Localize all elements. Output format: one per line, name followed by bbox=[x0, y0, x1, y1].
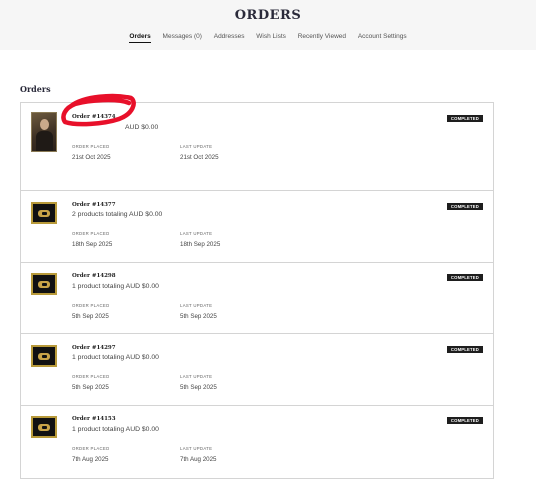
order-placed-label: ORDER PLACED bbox=[72, 144, 110, 149]
nav-wish-lists[interactable]: Wish Lists bbox=[256, 33, 286, 42]
order-placed-date: 21st Oct 2025 bbox=[72, 154, 111, 161]
order-card[interactable]: Order #14153 1 product totaling AUD $0.0… bbox=[21, 406, 493, 478]
status-badge: COMPLETED bbox=[446, 346, 483, 353]
eye-logo-pupil bbox=[42, 426, 47, 429]
order-placed-label: ORDER PLACED bbox=[72, 231, 110, 236]
portrait-coat-shape bbox=[36, 131, 53, 151]
last-update-date: 21st Oct 2025 bbox=[180, 154, 219, 161]
last-update-label: LAST UPDATE bbox=[180, 374, 213, 379]
order-summary: 1 product totaling AUD $0.00 bbox=[72, 283, 159, 290]
last-update-label: LAST UPDATE bbox=[180, 303, 213, 308]
nav-recently-viewed[interactable]: Recently Viewed bbox=[298, 33, 346, 42]
order-placed-date: 5th Sep 2025 bbox=[72, 384, 109, 391]
product-thumbnail[interactable] bbox=[31, 416, 57, 438]
eye-logo-pupil bbox=[42, 283, 47, 286]
last-update-date: 5th Sep 2025 bbox=[180, 384, 217, 391]
order-summary: AUD $0.00 bbox=[125, 124, 159, 131]
page-title: ORDERS bbox=[234, 8, 302, 23]
nav-orders[interactable]: Orders bbox=[129, 33, 151, 43]
last-update-label: LAST UPDATE bbox=[180, 446, 213, 451]
order-card[interactable]: Order #14298 1 product totaling AUD $0.0… bbox=[21, 263, 493, 334]
product-thumbnail[interactable] bbox=[31, 202, 57, 224]
last-update-label: LAST UPDATE bbox=[180, 144, 213, 149]
portrait-face-shape bbox=[40, 119, 49, 130]
order-card[interactable]: Order #14374 AUD $0.00 ORDER PLACED LAST… bbox=[21, 103, 493, 191]
order-placed-date: 18th Sep 2025 bbox=[72, 241, 113, 248]
nav-messages[interactable]: Messages (0) bbox=[163, 33, 202, 42]
order-placed-date: 5th Sep 2025 bbox=[72, 313, 109, 320]
account-nav: Orders Messages (0) Addresses Wish Lists… bbox=[0, 33, 536, 43]
product-thumbnail[interactable] bbox=[31, 273, 57, 295]
order-card[interactable]: Order #14297 1 product totaling AUD $0.0… bbox=[21, 334, 493, 406]
status-badge: COMPLETED bbox=[446, 203, 483, 210]
order-number[interactable]: Order #14297 bbox=[72, 345, 116, 351]
order-number[interactable]: Order #14298 bbox=[72, 273, 116, 279]
order-summary: 1 product totaling AUD $0.00 bbox=[72, 426, 159, 433]
last-update-label: LAST UPDATE bbox=[180, 231, 213, 236]
order-card[interactable]: Order #14377 2 products totaling AUD $0.… bbox=[21, 191, 493, 263]
status-badge: COMPLETED bbox=[446, 115, 483, 122]
order-placed-label: ORDER PLACED bbox=[72, 446, 110, 451]
order-number[interactable]: Order #14377 bbox=[72, 202, 116, 208]
last-update-date: 7th Aug 2025 bbox=[180, 456, 217, 463]
header-bar: ORDERS Orders Messages (0) Addresses Wis… bbox=[0, 0, 536, 50]
status-badge: COMPLETED bbox=[446, 417, 483, 424]
eye-logo-pupil bbox=[42, 355, 47, 358]
order-placed-label: ORDER PLACED bbox=[72, 303, 110, 308]
last-update-date: 5th Sep 2025 bbox=[180, 313, 217, 320]
orders-list: Order #14374 AUD $0.00 ORDER PLACED LAST… bbox=[20, 102, 494, 479]
order-number[interactable]: Order #14153 bbox=[72, 416, 116, 422]
product-thumbnail[interactable] bbox=[31, 112, 57, 152]
nav-account-settings[interactable]: Account Settings bbox=[358, 33, 407, 42]
status-badge: COMPLETED bbox=[446, 274, 483, 281]
order-summary: 2 products totaling AUD $0.00 bbox=[72, 211, 163, 218]
orders-section-title: Orders bbox=[20, 84, 51, 94]
order-placed-date: 7th Aug 2025 bbox=[72, 456, 109, 463]
last-update-date: 18th Sep 2025 bbox=[180, 241, 221, 248]
order-summary: 1 product totaling AUD $0.00 bbox=[72, 354, 159, 361]
nav-addresses[interactable]: Addresses bbox=[214, 33, 245, 42]
eye-logo-pupil bbox=[42, 212, 47, 215]
order-number[interactable]: Order #14374 bbox=[72, 114, 116, 120]
order-placed-label: ORDER PLACED bbox=[72, 374, 110, 379]
product-thumbnail[interactable] bbox=[31, 345, 57, 367]
